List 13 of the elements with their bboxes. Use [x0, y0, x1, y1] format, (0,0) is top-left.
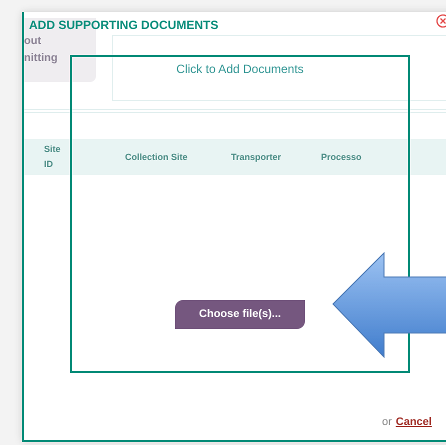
column-header: Transporter: [231, 150, 282, 164]
column-header: Site ID: [44, 143, 62, 171]
cancel-link[interactable]: Cancel: [396, 414, 432, 430]
dialog-title: ADD SUPPORTING DOCUMENTS: [29, 17, 218, 34]
column-header: Collection Site: [125, 150, 189, 164]
choose-files-button[interactable]: Choose file(s)...: [175, 300, 305, 329]
or-text: or: [382, 415, 392, 430]
column-header: Processo: [321, 150, 363, 164]
left-arrow-icon: [332, 252, 446, 358]
drop-zone-label: Click to Add Documents: [176, 61, 304, 78]
close-icon[interactable]: [436, 14, 446, 28]
background-button-text: out: [24, 34, 42, 49]
background-button-text: nitting: [24, 51, 59, 66]
